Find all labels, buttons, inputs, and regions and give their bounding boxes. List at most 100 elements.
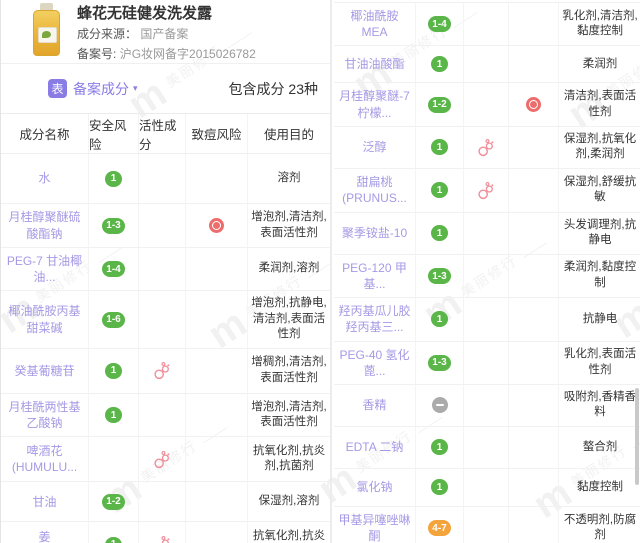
ingredient-name-link[interactable]: 甘油油酸酯 — [334, 46, 416, 82]
ingredient-name-link[interactable]: 椰油酰胺 MEA — [334, 3, 416, 45]
ingredient-name-link[interactable]: PEG-7 甘油椰油... — [1, 248, 89, 290]
registration-row: 备案号: 沪G妆网备字2015026782 — [77, 47, 330, 63]
ingredient-name-link[interactable]: 聚季铵盐-10 — [334, 213, 416, 254]
active-ingredient-cell — [139, 248, 186, 290]
ingredient-name-link[interactable]: 羟丙基瓜儿胶羟丙基三... — [334, 298, 416, 340]
bottle-label — [38, 27, 57, 43]
ingredient-row[interactable]: 甘油1-2保湿剂,溶剂 — [1, 482, 330, 522]
safety-score-badge: 1-4 — [102, 261, 124, 277]
safety-score-badge: 1 — [105, 537, 122, 543]
section-title[interactable]: 备案成分 — [73, 79, 129, 99]
ingredient-row[interactable]: 椰油酰胺丙基甜菜碱1-6增泡剂,抗静电,清洁剂,表面活性剂 — [1, 291, 330, 349]
ingredient-name-link[interactable]: 泛醇 — [334, 127, 416, 168]
safety-score-badge: 1-2 — [102, 494, 124, 510]
usage-purpose: 乳化剂,表面活性剂 — [559, 342, 640, 384]
ingredient-name-link[interactable]: 甘油 — [1, 482, 89, 521]
safety-risk-cell: 1-2 — [89, 482, 139, 521]
safety-risk-cell: 1-3 — [89, 204, 139, 247]
ingredient-row[interactable]: 氯化钠1黏度控制 — [334, 469, 640, 507]
ingredient-row[interactable]: 啤酒花 (HUMULU...抗氧化剂,抗炎剂,抗菌剂 — [1, 437, 330, 482]
ingredient-name-link[interactable]: 姜(ZINGIBER... — [1, 522, 89, 543]
safety-score-badge: 1 — [105, 171, 122, 187]
table-view-badge[interactable]: 表 — [48, 79, 67, 98]
acne-risk-cell — [186, 437, 248, 481]
table-body-left: 水1溶剂月桂醇聚醚硫酸酯钠1-3 增泡剂,清洁剂,表面活性剂 PEG-7 甘油椰油.… — [1, 154, 330, 543]
ingredient-name-link[interactable]: 甜扁桃 (PRUNUS... — [334, 169, 416, 212]
active-ingredient-cell — [139, 349, 186, 393]
safety-risk-cell: 1-4 — [416, 3, 464, 45]
product-thumbnail[interactable] — [30, 3, 63, 56]
ingredient-name-link[interactable]: 月桂酰两性基乙酸钠 — [1, 394, 89, 436]
active-ingredient-cell — [139, 437, 186, 481]
ingredient-name-link[interactable]: 香精 — [334, 385, 416, 426]
acne-risk-cell — [509, 385, 559, 426]
ingredient-row[interactable]: 甘油油酸酯 1 柔润剂 — [334, 46, 640, 83]
ingredient-name-link[interactable]: PEG-120 甲基... — [334, 255, 416, 297]
ingredient-row[interactable]: 月桂醇聚醚-7 柠檬...1-2清洁剂,表面活性剂 — [334, 83, 640, 126]
ingredient-row[interactable]: 泛醇 1 保湿剂,抗氧化剂,柔润剂 — [334, 127, 640, 169]
acne-risk-cell — [186, 394, 248, 436]
ingredient-row[interactable]: 香精 吸附剂,香精香料 — [334, 385, 640, 427]
ingredient-name-link[interactable]: 水 — [1, 154, 89, 203]
ingredient-row[interactable]: 羟丙基瓜儿胶羟丙基三...1抗静电 — [334, 298, 640, 341]
table-header-row: 成分名称安全风险活性成分致痘风险使用目的 — [1, 114, 330, 154]
safety-risk-cell — [89, 437, 139, 481]
safety-score-badge: 4-7 — [428, 520, 450, 536]
acne-risk-cell — [509, 213, 559, 254]
usage-purpose: 吸附剂,香精香料 — [559, 385, 640, 426]
ingredient-row[interactable]: 水1溶剂 — [1, 154, 330, 204]
source-value: 国产备案 — [140, 27, 188, 41]
safety-score-badge: 1-3 — [428, 268, 450, 284]
ingredient-row[interactable]: 月桂酰两性基乙酸钠1增泡剂,清洁剂,表面活性剂 — [1, 394, 330, 437]
ingredient-row[interactable]: 甲基异噻唑啉酮4-7不透明剂,防腐剂 — [334, 507, 640, 543]
safety-score-badge: 1-6 — [102, 312, 124, 328]
ingredient-name-link[interactable]: 甲基异噻唑啉酮 — [334, 507, 416, 543]
acne-risk-cell — [509, 3, 559, 45]
ingredient-row[interactable]: PEG-120 甲基...1-3柔润剂,黏度控制 — [334, 255, 640, 298]
safety-score-badge: 1 — [431, 139, 448, 155]
ingredient-name-link[interactable]: 啤酒花 (HUMULU... — [1, 437, 89, 481]
safety-score-badge: 1 — [431, 56, 448, 72]
usage-purpose: 增泡剂,清洁剂,表面活性剂 — [248, 204, 330, 247]
active-ingredient-icon — [153, 535, 172, 543]
left-panel: 蜂花无硅健发洗发露 成分来源： 国产备案 备案号: 沪G妆网备字20150267… — [1, 0, 332, 543]
column-header: 成分名称 — [1, 114, 89, 153]
ingredient-row[interactable]: PEG-40 氢化蓖...1-3乳化剂,表面活性剂 — [334, 342, 640, 385]
active-ingredient-icon — [153, 450, 172, 469]
ingredient-row[interactable]: 聚季铵盐-101头发调理剂,抗静电 — [334, 213, 640, 255]
usage-purpose: 保湿剂,抗氧化剂,柔润剂 — [559, 127, 640, 168]
ingredient-name-link[interactable]: 月桂醇聚醚-7 柠檬... — [334, 83, 416, 125]
ingredient-row[interactable]: 癸基葡糖苷1增稠剂,清洁剂,表面活性剂 — [1, 349, 330, 394]
acne-risk-cell — [186, 154, 248, 203]
ingredient-row[interactable]: 甜扁桃 (PRUNUS...1保湿剂,舒缓抗敏 — [334, 169, 640, 213]
active-ingredient-cell — [464, 169, 509, 212]
scrollbar-thumb[interactable] — [635, 388, 639, 485]
right-panel: 椰油酰胺 MEA1-4乳化剂,清洁剂,黏度控制甘油油酸酯1柔润剂月桂醇聚醚-7 … — [334, 0, 640, 543]
ingredient-row[interactable]: EDTA 二钠1螯合剂 — [334, 427, 640, 469]
ingredient-name-link[interactable]: EDTA 二钠 — [334, 427, 416, 468]
ingredient-row[interactable]: 月桂醇聚醚硫酸酯钠1-3 增泡剂,清洁剂,表面活性剂 — [1, 204, 330, 248]
ingredient-name-link[interactable]: 氯化钠 — [334, 469, 416, 506]
ingredient-name-link[interactable]: 癸基葡糖苷 — [1, 349, 89, 393]
ingredient-row[interactable]: PEG-7 甘油椰油...1-4柔润剂,溶剂 — [1, 248, 330, 291]
section-bar: 表 备案成分 ▾ 包含成分 23种 — [1, 64, 330, 113]
product-info: 蜂花无硅健发洗发露 成分来源： 国产备案 备案号: 沪G妆网备字20150267… — [77, 0, 330, 62]
ingredient-name-link[interactable]: PEG-40 氢化蓖... — [334, 342, 416, 384]
usage-purpose: 柔润剂 — [559, 46, 640, 82]
ingredient-row[interactable]: 姜(ZINGIBER...1抗氧化剂,抗炎剂,皮肤调理剂 — [1, 522, 330, 543]
acne-risk-cell — [509, 255, 559, 297]
ingredient-table-screen: m美丽修行——m美丽修行——m美丽修行——m美丽修行——m美丽修行——m美丽修行… — [0, 0, 640, 543]
chevron-down-icon[interactable]: ▾ — [133, 83, 138, 94]
safety-risk-cell: 1 — [89, 349, 139, 393]
ingredient-name-link[interactable]: 椰油酰胺丙基甜菜碱 — [1, 291, 89, 348]
acne-risk-cell — [509, 507, 559, 543]
usage-purpose: 抗静电 — [559, 298, 640, 340]
source-label: 成分来源： — [77, 27, 137, 41]
active-ingredient-cell — [464, 507, 509, 543]
product-title: 蜂花无硅健发洗发露 — [77, 5, 330, 23]
safety-risk-cell: 1 — [416, 127, 464, 168]
safety-score-badge: 1-4 — [428, 16, 450, 32]
acne-risk-cell — [186, 291, 248, 348]
ingredient-row[interactable]: 椰油酰胺 MEA1-4乳化剂,清洁剂,黏度控制 — [334, 3, 640, 46]
ingredient-name-link[interactable]: 月桂醇聚醚硫酸酯钠 — [1, 204, 89, 247]
